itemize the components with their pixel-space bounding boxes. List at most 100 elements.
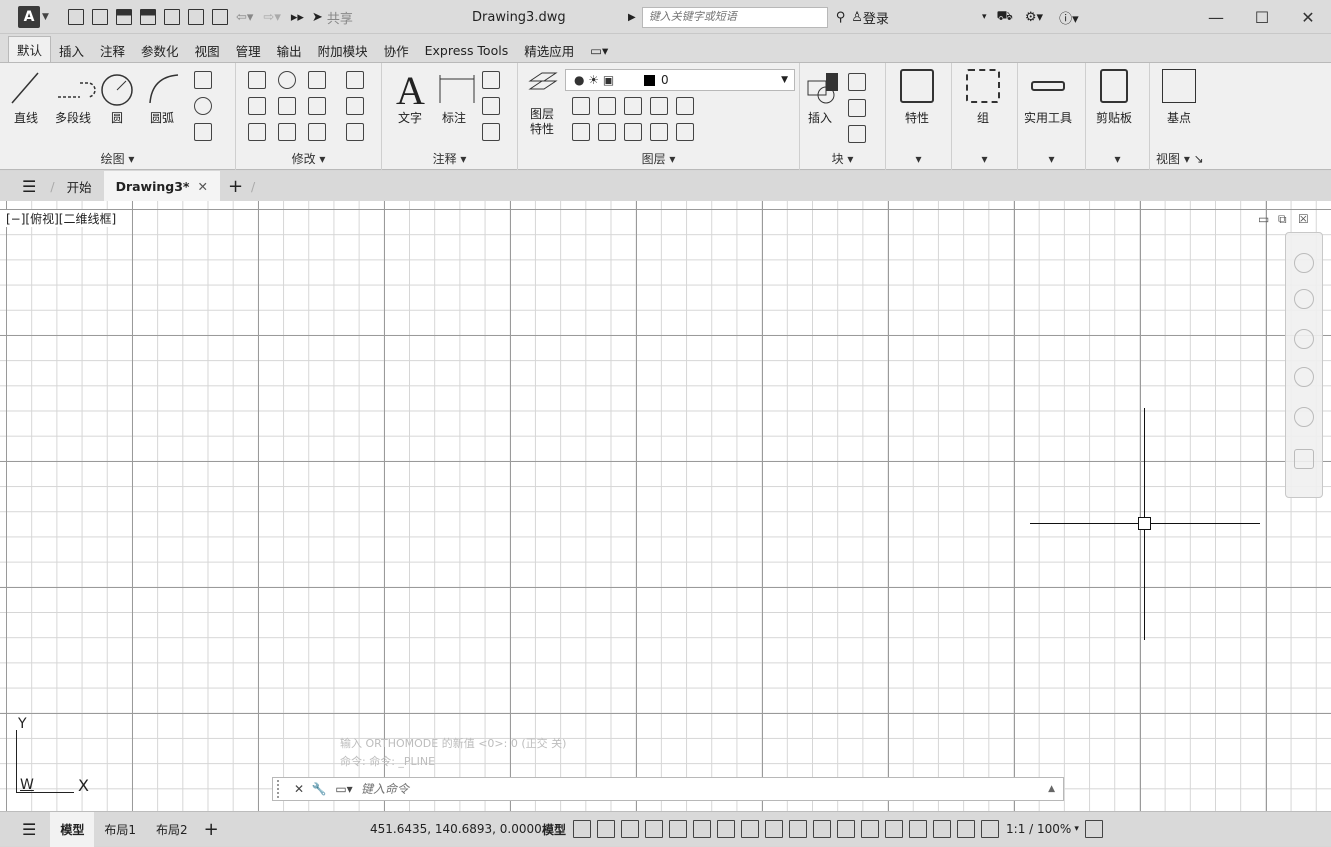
share-button[interactable]: 共享: [327, 8, 353, 27]
annotation-panel-title[interactable]: 注释 ▾: [382, 150, 517, 168]
new-file-icon[interactable]: [68, 9, 84, 25]
drag-handle[interactable]: [277, 780, 285, 798]
ellipse-icon[interactable]: [194, 97, 212, 115]
trim-icon[interactable]: [308, 71, 326, 89]
table-icon[interactable]: [482, 123, 500, 141]
circle-icon[interactable]: [100, 73, 134, 107]
undo-icon[interactable]: ⇦▾: [236, 10, 253, 25]
explode-icon[interactable]: [346, 97, 364, 115]
text-icon[interactable]: A: [396, 67, 425, 114]
snap-icon[interactable]: [597, 820, 616, 838]
move-icon[interactable]: [248, 71, 266, 89]
login-button[interactable]: 登录: [863, 8, 889, 27]
stretch-icon[interactable]: [248, 123, 266, 141]
chevron-down-icon[interactable]: ▾: [982, 12, 987, 22]
chevron-up-icon[interactable]: ▲: [1048, 784, 1055, 794]
polyline-icon[interactable]: [56, 79, 96, 101]
layers-panel-title[interactable]: 图层 ▾: [518, 150, 799, 168]
array-icon[interactable]: [308, 123, 326, 141]
tab-annotate[interactable]: 注释: [92, 38, 133, 62]
tab-model[interactable]: 模型: [50, 811, 95, 847]
redo-icon[interactable]: ⇨▾: [263, 10, 280, 25]
fillet-icon[interactable]: [308, 97, 326, 115]
more-icon[interactable]: ▸▸: [291, 10, 304, 25]
insert-block-icon[interactable]: [806, 71, 840, 105]
chevron-down-icon[interactable]: ▾: [1074, 824, 1079, 834]
customize-status-icon[interactable]: [1084, 820, 1103, 838]
rectangle-icon[interactable]: [194, 71, 212, 89]
layer-unlock-icon[interactable]: [676, 123, 694, 141]
annotation-scale-icon[interactable]: [981, 820, 1000, 838]
draw-panel-title[interactable]: 绘图 ▾: [0, 150, 235, 168]
connect-icon[interactable]: ⚙▾: [1025, 10, 1043, 25]
tab-parametric[interactable]: 参数化: [133, 38, 187, 62]
close-icon[interactable]: ✕: [289, 782, 309, 796]
recent-commands-icon[interactable]: ▭▾: [329, 782, 359, 796]
add-layout-icon[interactable]: +: [204, 819, 219, 840]
copy-icon[interactable]: [248, 97, 266, 115]
line-icon[interactable]: [10, 71, 40, 105]
viewport-controls[interactable]: [−][俯视][二维线框]: [6, 210, 117, 227]
modify-panel-title[interactable]: 修改 ▾: [236, 150, 381, 168]
infer-icon[interactable]: [621, 820, 640, 838]
autoscale-icon[interactable]: [957, 820, 976, 838]
showmotion-icon[interactable]: [1294, 449, 1314, 469]
block-panel-title[interactable]: 块 ▾: [800, 150, 885, 168]
text-button[interactable]: 文字: [398, 109, 422, 126]
orbit-icon[interactable]: [1294, 407, 1314, 427]
viewport-minimize-icon[interactable]: ▭: [1258, 212, 1269, 226]
annotation-scale[interactable]: 1:1 / 100%: [1006, 822, 1071, 836]
chevron-down-icon[interactable]: ▼: [42, 12, 49, 22]
pan-icon[interactable]: [1294, 329, 1314, 349]
edit-attributes-icon[interactable]: [848, 125, 866, 143]
close-icon[interactable]: ✕: [1285, 0, 1331, 34]
ribbon-options-icon[interactable]: ▭▾: [582, 38, 616, 62]
object-snap-tracking-icon[interactable]: [741, 820, 760, 838]
minimize-icon[interactable]: —: [1193, 0, 1239, 34]
tab-collaborate[interactable]: 协作: [376, 38, 417, 62]
steering-wheel-icon[interactable]: [1294, 289, 1314, 309]
plot-preview-icon[interactable]: [164, 9, 180, 25]
menu-icon[interactable]: ☰: [22, 177, 36, 196]
model-space-button[interactable]: 模型: [542, 821, 566, 838]
tab-insert[interactable]: 插入: [51, 38, 92, 62]
zoom-icon[interactable]: [1294, 367, 1314, 387]
3d-osnap-icon[interactable]: [861, 820, 880, 838]
new-tab-icon[interactable]: +: [228, 176, 243, 197]
coordinates[interactable]: 451.6435, 140.6893, 0.0000: [370, 822, 542, 836]
polar-icon[interactable]: [693, 820, 712, 838]
isodraft-icon[interactable]: [717, 820, 736, 838]
arc-button[interactable]: 圆弧: [150, 109, 174, 126]
search-icon[interactable]: ⚲: [836, 10, 846, 25]
layer-thaw-icon[interactable]: [650, 123, 668, 141]
create-block-icon[interactable]: [848, 73, 866, 91]
circle-button[interactable]: 圆: [111, 109, 123, 126]
cart-icon[interactable]: ⛟: [997, 9, 1013, 26]
leader-icon[interactable]: [482, 97, 500, 115]
menu-icon[interactable]: ☰: [22, 820, 36, 839]
dimension-button[interactable]: 标注: [442, 109, 466, 126]
linear-dimension-icon[interactable]: [482, 71, 500, 89]
utilities-dropdown[interactable]: ▾: [1018, 150, 1085, 168]
edit-block-icon[interactable]: [848, 99, 866, 117]
tab-default[interactable]: 默认: [8, 36, 52, 62]
arc-icon[interactable]: [146, 71, 182, 105]
line-button[interactable]: 直线: [14, 109, 38, 126]
drawing-canvas[interactable]: [0, 201, 1331, 811]
help-icon[interactable]: ⓘ▾: [1059, 8, 1079, 27]
properties-button[interactable]: 特性: [900, 69, 934, 126]
layer-current-icon[interactable]: [572, 123, 590, 141]
dimension-icon[interactable]: [438, 73, 476, 105]
scale-icon[interactable]: [278, 123, 296, 141]
tab-layout2[interactable]: 布局2: [146, 812, 198, 847]
groups-dropdown[interactable]: ▾: [952, 150, 1017, 168]
layer-off-icon[interactable]: [572, 97, 590, 115]
layer-isolate-icon[interactable]: [598, 97, 616, 115]
save-icon[interactable]: [116, 9, 132, 25]
application-menu-button[interactable]: A: [18, 6, 40, 28]
utilities-button[interactable]: 实用工具: [1024, 69, 1072, 126]
hatch-icon[interactable]: [194, 123, 212, 141]
clipboard-dropdown[interactable]: ▾: [1086, 150, 1149, 168]
ortho-icon[interactable]: [669, 820, 688, 838]
annotation-visibility-icon[interactable]: [933, 820, 952, 838]
